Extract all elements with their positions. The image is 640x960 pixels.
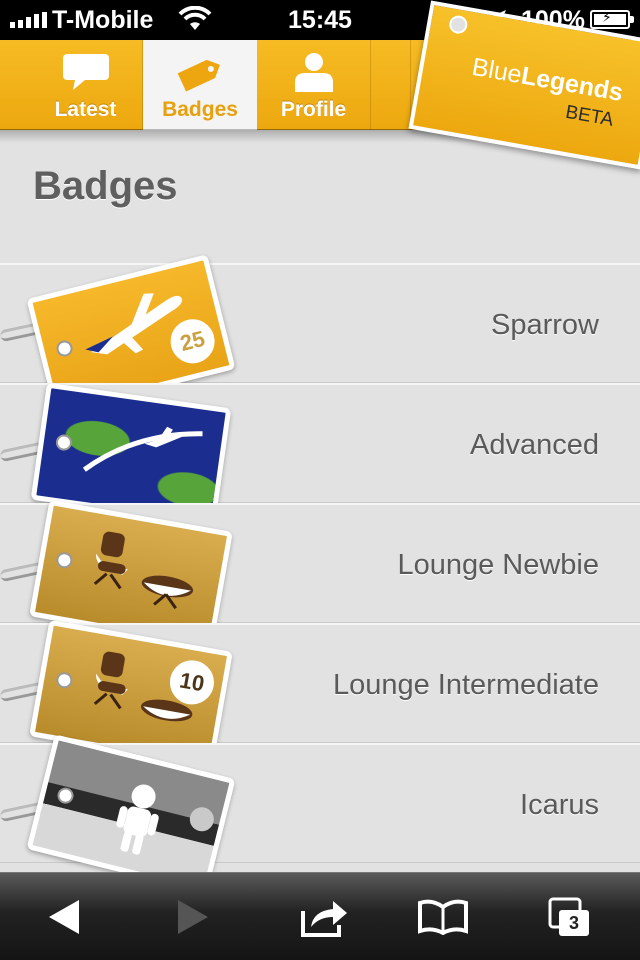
badge-name: Advanced <box>470 429 599 461</box>
tag-hole <box>55 670 74 690</box>
beta-label: BETA <box>563 101 616 131</box>
badge-row-lounge-newbie[interactable]: Lounge Newbie <box>0 499 640 649</box>
forward-arrow-icon <box>178 900 208 934</box>
forward-button[interactable] <box>143 873 243 960</box>
tag-hole <box>54 338 75 359</box>
bookmarks-button[interactable] <box>393 873 493 960</box>
logo-tag-hole <box>447 14 469 36</box>
page-title: Badges <box>33 164 178 208</box>
badge-row-advanced[interactable]: 25 Advanced <box>0 382 640 526</box>
speech-bubble-icon <box>29 52 142 92</box>
back-arrow-icon <box>49 900 79 934</box>
badge-name: Lounge Newbie <box>397 549 599 581</box>
tag-hole <box>54 433 73 452</box>
lounge-chair-icon <box>93 531 194 610</box>
astronaut-icon <box>116 784 214 855</box>
tag-icon <box>143 52 257 96</box>
tab-spacer <box>371 40 411 130</box>
tabs-count: 3 <box>559 910 589 936</box>
tag-hole <box>55 550 74 570</box>
badge-row-lounge-intermediate[interactable]: 10 Lounge Intermediate <box>0 619 640 769</box>
back-button[interactable] <box>14 873 114 960</box>
person-icon <box>257 52 370 94</box>
tab-badges-label: Badges <box>162 98 238 121</box>
badge-list: 25 Sparrow 25 Advanced Lounge Newbie 10 … <box>0 254 640 894</box>
badge-name: Icarus <box>520 789 599 821</box>
tab-latest[interactable]: Latest <box>29 40 143 130</box>
browser-toolbar: 3 <box>0 872 640 960</box>
tag-hole <box>55 785 76 806</box>
icarus-badge-image <box>26 734 236 894</box>
battery-icon: ⚡ <box>590 9 634 29</box>
tab-profile[interactable]: Profile <box>257 40 371 130</box>
badge-name: Sparrow <box>491 309 599 341</box>
share-button[interactable] <box>274 873 374 960</box>
tab-badges[interactable]: Badges <box>143 40 257 130</box>
tab-latest-label: Latest <box>54 98 117 121</box>
bookmarks-icon <box>418 899 468 935</box>
logo-name: BlueLegends <box>469 52 626 107</box>
badge-row-sparrow[interactable]: 25 Sparrow <box>0 254 640 414</box>
badge-name: Lounge Intermediate <box>332 669 599 701</box>
badge-row-icarus[interactable]: Icarus <box>0 734 640 894</box>
tab-profile-label: Profile <box>280 98 347 121</box>
share-icon <box>301 901 347 937</box>
